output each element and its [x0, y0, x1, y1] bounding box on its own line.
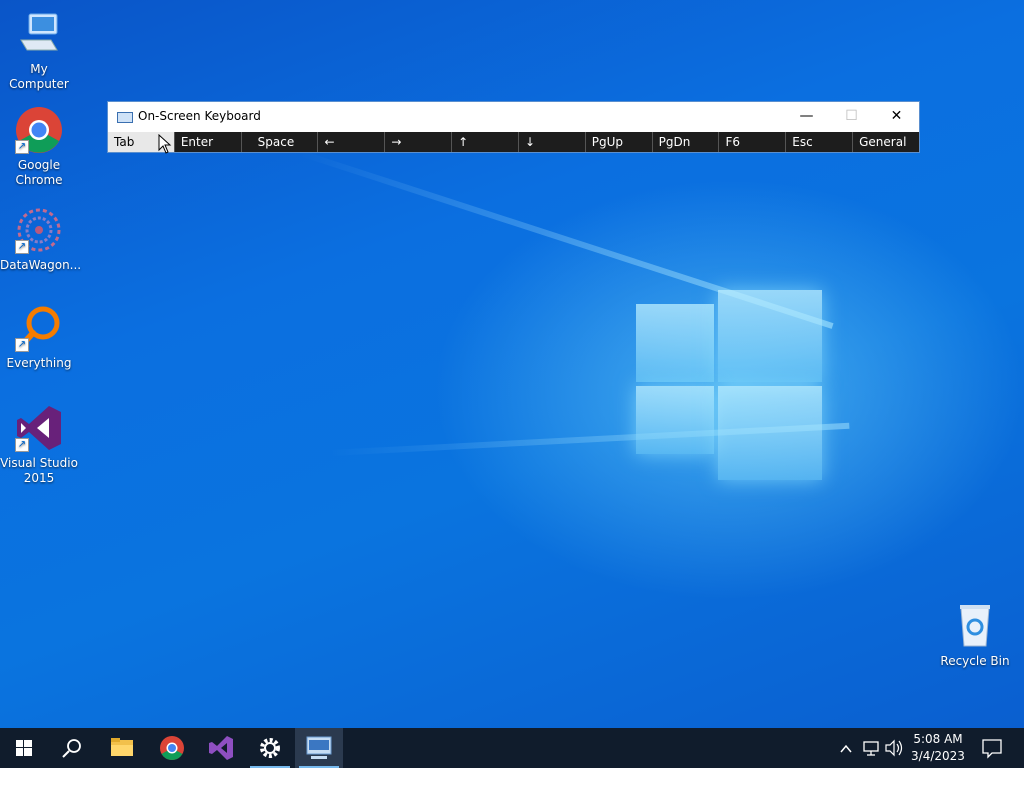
taskbar-chrome[interactable]: [148, 728, 196, 768]
key-esc[interactable]: Esc: [786, 132, 854, 152]
show-hidden-icons-button[interactable]: [838, 728, 854, 768]
taskbar-on-screen-keyboard[interactable]: [295, 728, 343, 768]
desktop-icon-label: Everything: [6, 356, 72, 370]
chrome-icon: ↗: [15, 106, 63, 154]
recycle-bin-icon: [951, 602, 999, 650]
desktop-icon-datawagon[interactable]: ↗ DataWagon...: [0, 206, 82, 273]
key-enter[interactable]: Enter: [174, 132, 242, 152]
key-space[interactable]: Space: [241, 132, 319, 152]
key-down-arrow[interactable]: ↓: [518, 132, 586, 152]
desktop-icon-label: Google Chrome: [15, 158, 63, 187]
speaker-volume-icon: [885, 739, 903, 757]
maximize-button[interactable]: ☐: [829, 102, 874, 130]
chrome-icon: [160, 736, 184, 761]
datawagon-icon: ↗: [15, 206, 63, 254]
visual-studio-icon: ↗: [15, 404, 63, 452]
key-up-arrow[interactable]: ↑: [452, 132, 519, 152]
desktop-icon-everything[interactable]: ↗ Everything: [0, 304, 78, 371]
shortcut-arrow-icon: ↗: [15, 240, 29, 254]
file-explorer-icon: [111, 738, 133, 756]
action-center-button[interactable]: [980, 728, 1004, 768]
desktop-icon-label: Visual Studio 2015: [0, 456, 78, 485]
desktop-icon-label: DataWagon...: [0, 258, 82, 272]
search-button[interactable]: [48, 728, 96, 768]
key-general[interactable]: General: [853, 132, 919, 152]
on-screen-keyboard-icon: [306, 736, 332, 759]
desktop-icon-visual-studio-2015[interactable]: ↗ Visual Studio 2015: [0, 404, 78, 486]
shortcut-arrow-icon: ↗: [15, 140, 29, 154]
taskbar-file-explorer[interactable]: [98, 728, 146, 768]
desktop-icon-my-computer[interactable]: My Computer: [0, 10, 78, 92]
visual-studio-icon: [209, 736, 233, 760]
shortcut-arrow-icon: ↗: [15, 338, 29, 352]
start-button[interactable]: [0, 728, 48, 768]
desktop-icon-label: Recycle Bin: [940, 654, 1010, 668]
taskbar-visual-studio[interactable]: [197, 728, 245, 768]
taskbar-clock[interactable]: 5:08 AM 3/4/2023: [906, 731, 970, 765]
mouse-cursor-icon: [158, 133, 172, 157]
desktop-icon-google-chrome[interactable]: ↗ Google Chrome: [0, 106, 78, 188]
taskbar: 5:08 AM 3/4/2023: [0, 728, 1024, 768]
window-title-bar[interactable]: On-Screen Keyboard — ☐ ✕: [108, 102, 919, 132]
taskbar-settings[interactable]: [246, 728, 294, 768]
desktop-icon-label: My Computer: [9, 62, 69, 91]
keyboard-key-row: Tab Enter Space ← → ↑ ↓ PgUp PgDn F6 Esc…: [108, 132, 919, 152]
key-pgdn[interactable]: PgDn: [652, 132, 720, 152]
chevron-up-icon: [840, 744, 852, 753]
network-icon: [863, 741, 879, 756]
volume-button[interactable]: [884, 728, 904, 768]
on-screen-keyboard-window[interactable]: On-Screen Keyboard — ☐ ✕ Tab Enter Space…: [107, 101, 920, 153]
wallpaper-windows-logo: [636, 290, 822, 480]
computer-icon: [15, 10, 63, 58]
magnifier-search-icon: ↗: [15, 304, 63, 352]
clock-time: 5:08 AM: [913, 732, 963, 746]
key-pgup[interactable]: PgUp: [585, 132, 653, 152]
key-left-arrow[interactable]: ←: [318, 132, 386, 152]
settings-gear-icon: [260, 738, 280, 758]
window-title: On-Screen Keyboard: [138, 109, 261, 123]
desktop-icon-recycle-bin[interactable]: Recycle Bin: [936, 602, 1014, 669]
close-button[interactable]: ✕: [874, 102, 919, 130]
key-right-arrow[interactable]: →: [385, 132, 453, 152]
windows-start-icon: [16, 740, 32, 756]
keyboard-icon: [117, 112, 133, 123]
key-f6[interactable]: F6: [719, 132, 787, 152]
minimize-button[interactable]: —: [784, 102, 829, 130]
clock-date: 3/4/2023: [911, 749, 965, 763]
search-icon: [62, 739, 81, 758]
shortcut-arrow-icon: ↗: [15, 438, 29, 452]
notification-icon: [982, 739, 1002, 759]
network-button[interactable]: [862, 728, 880, 768]
